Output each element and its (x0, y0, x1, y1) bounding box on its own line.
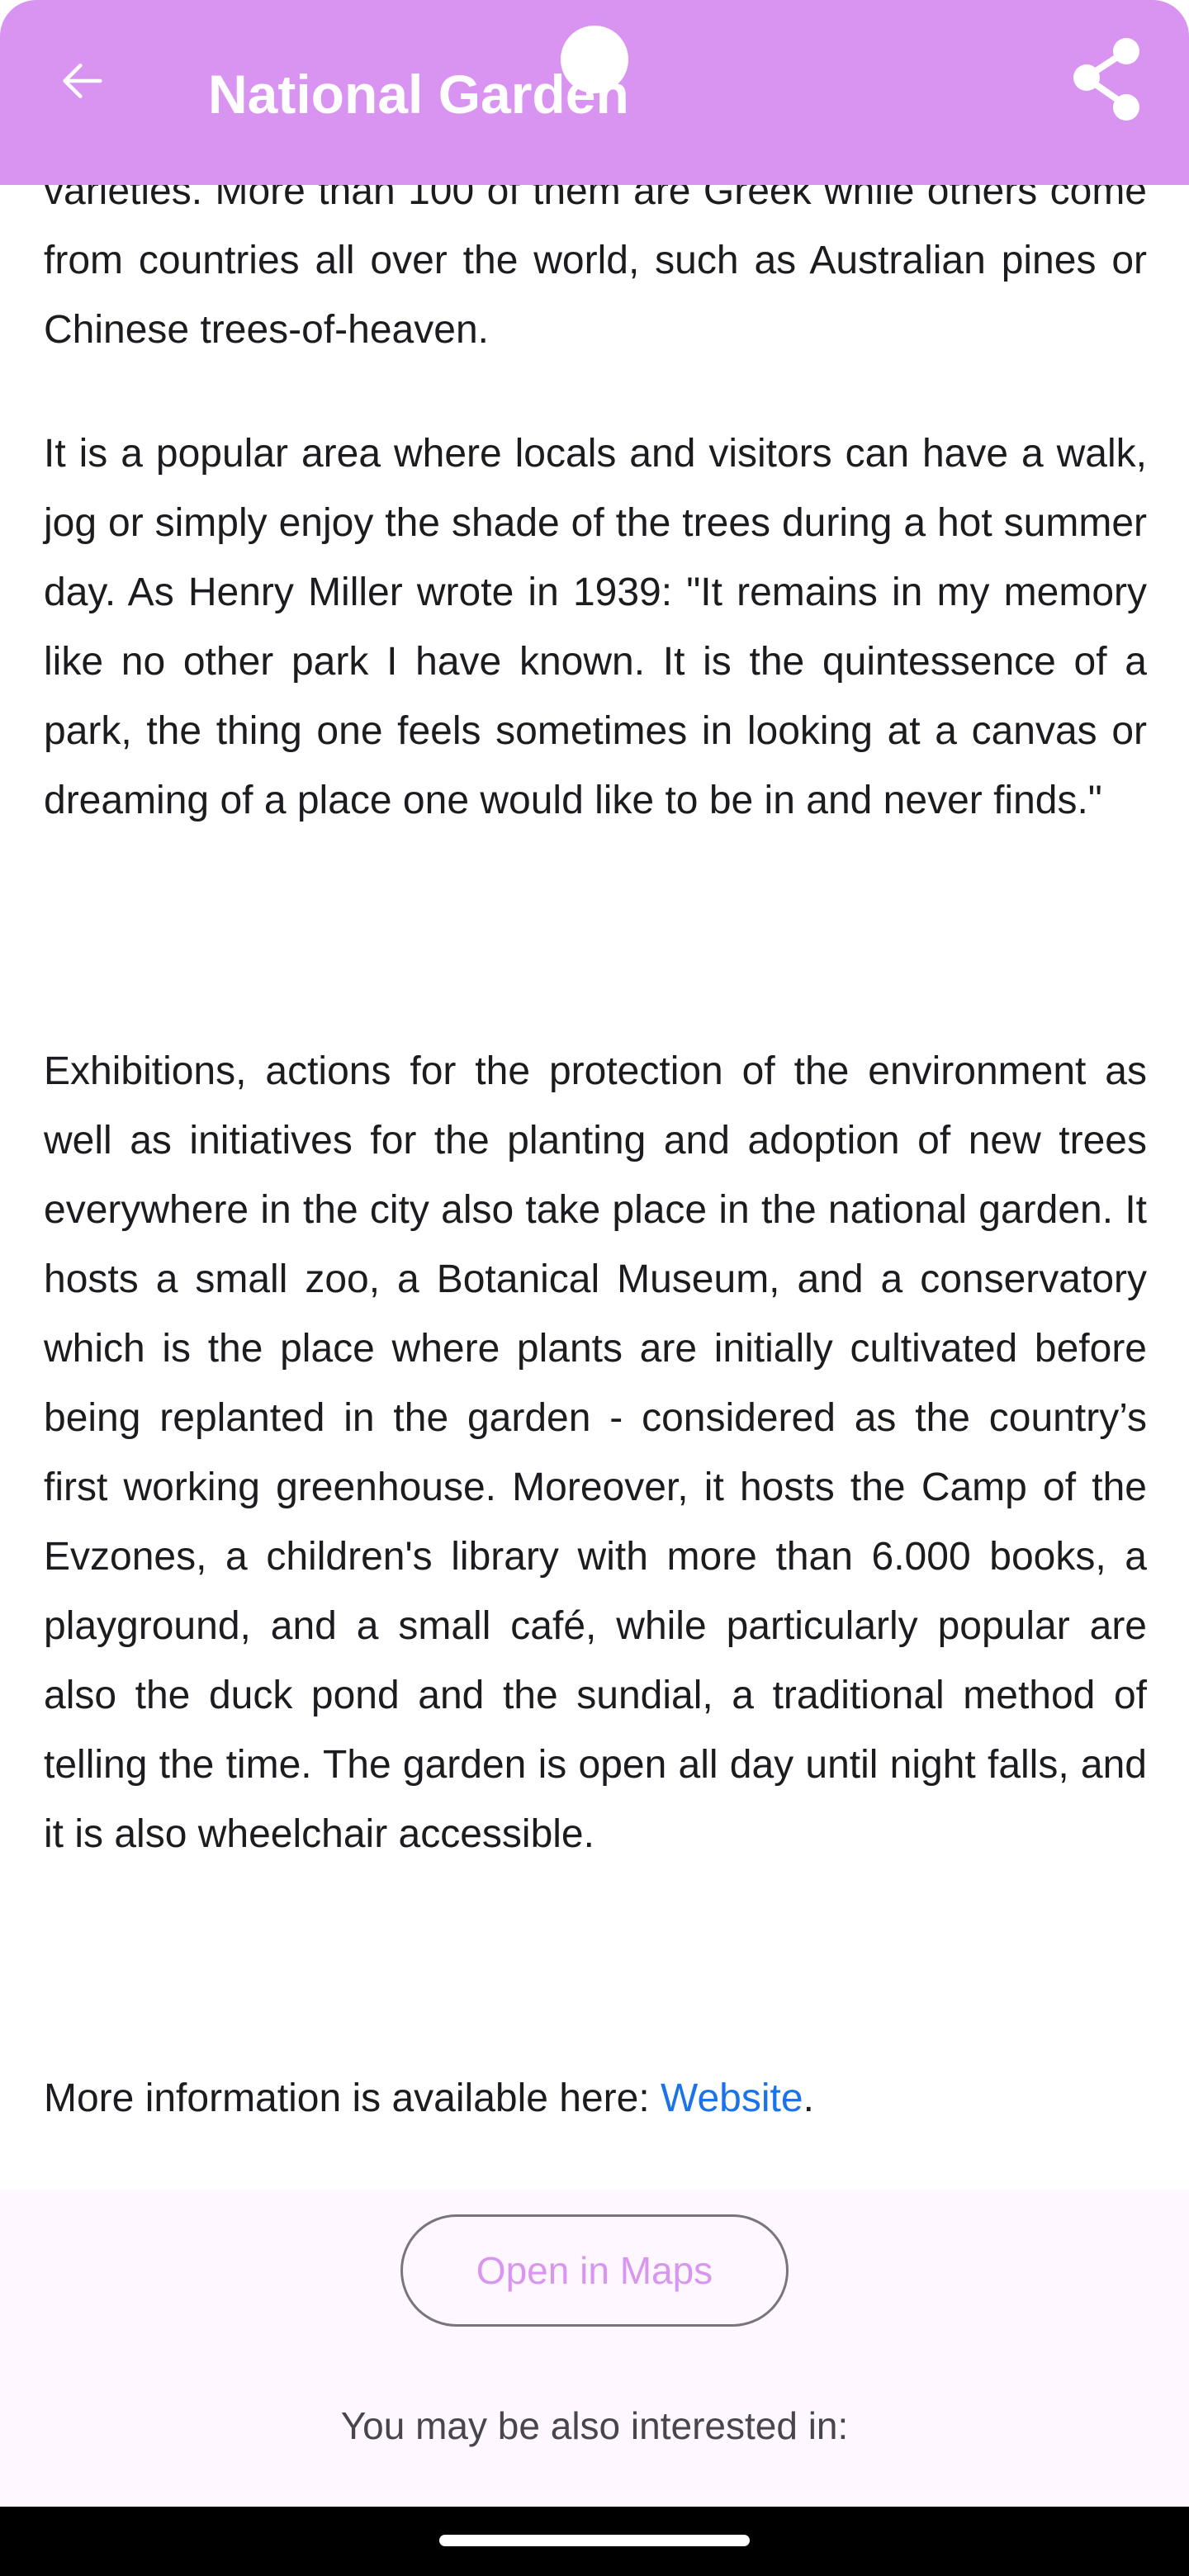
article-paragraph-2: It is a popular area where locals and vi… (44, 432, 1147, 822)
arrow-left-icon (63, 64, 102, 98)
home-indicator[interactable] (439, 2535, 750, 2546)
more-info-text: More information is available here: (44, 2076, 661, 2120)
article-paragraph-1: varieties. More than 100 of them are Gre… (44, 169, 1147, 352)
related-places-heading: You may be also interested in: (340, 2404, 849, 2447)
camera-cutout (561, 26, 628, 93)
open-in-maps-button[interactable]: Open in Maps (400, 2214, 789, 2327)
share-icon (1073, 38, 1139, 121)
app-bar: National Garden (0, 0, 1189, 185)
system-navigation-bar (0, 2507, 1189, 2576)
website-link[interactable]: Website (661, 2076, 803, 2120)
share-button[interactable] (1067, 36, 1146, 122)
more-info-line: More information is available here: Webs… (44, 2064, 1147, 2133)
article-paragraph-3: Exhibitions, actions for the protection … (44, 1049, 1147, 1856)
more-info-period: . (803, 2076, 814, 2120)
back-button[interactable] (43, 41, 122, 121)
bottom-actions-section: Open in Maps You may be also interested … (0, 2190, 1189, 2507)
